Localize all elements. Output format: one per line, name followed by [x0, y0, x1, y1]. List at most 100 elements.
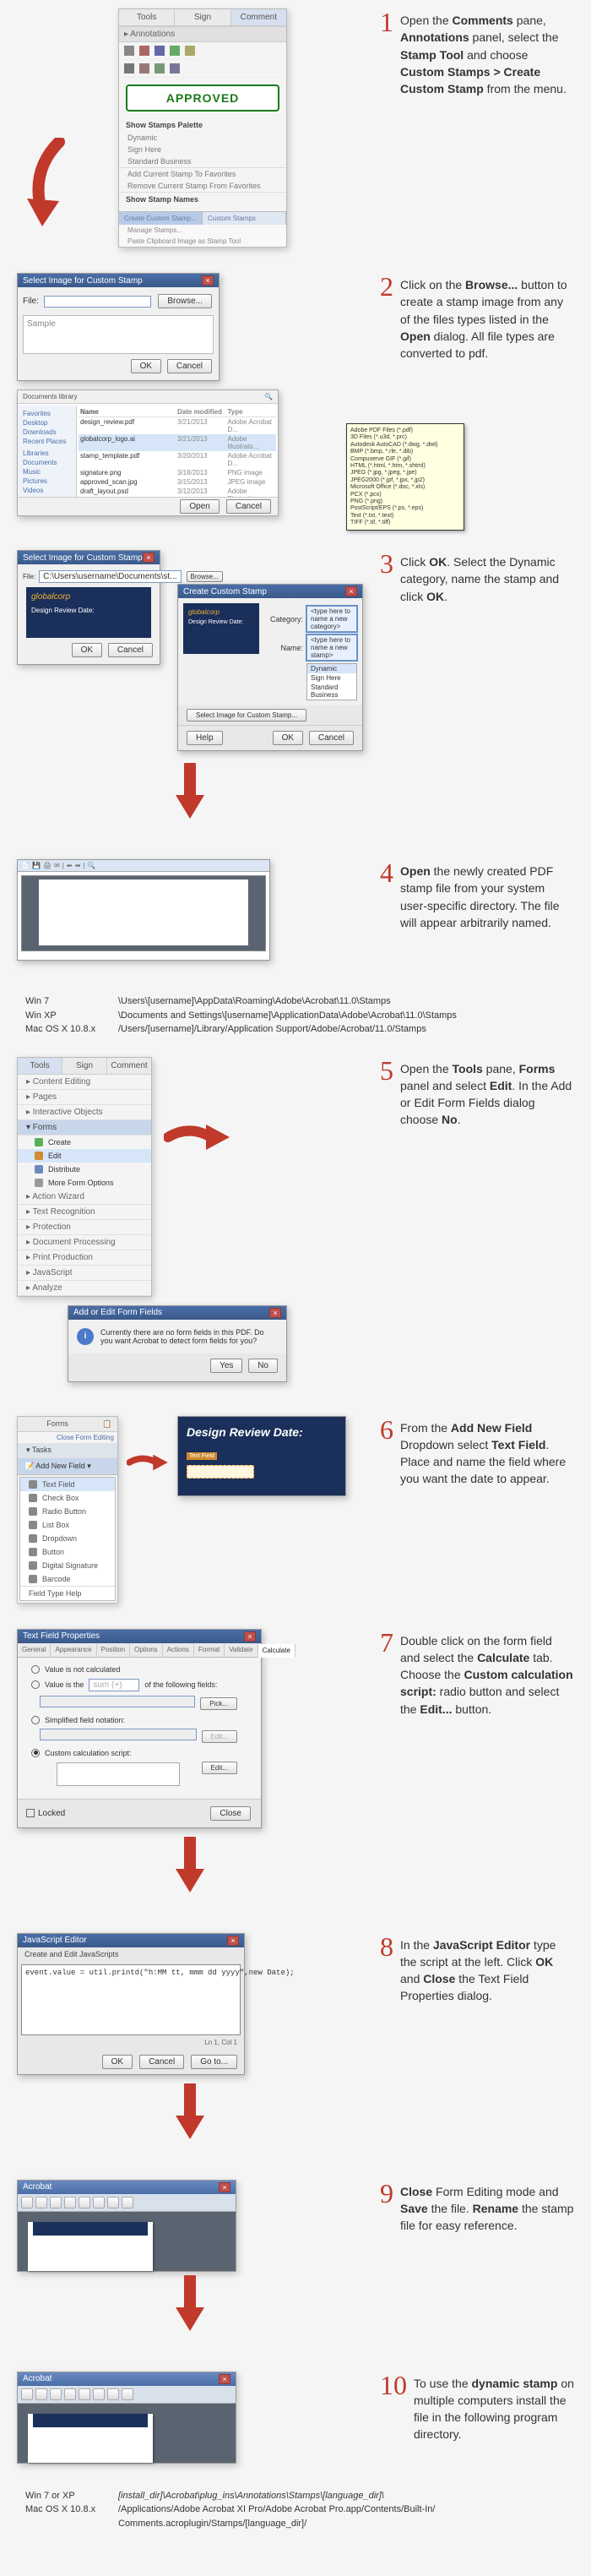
close-icon[interactable]: ×	[202, 275, 214, 286]
date-text-field[interactable]	[187, 1465, 254, 1479]
tasks-header[interactable]: ▾ Tasks	[18, 1443, 117, 1458]
open-icon[interactable]	[21, 2388, 33, 2400]
code-textarea[interactable]: event.value = util.printd("h:MM tt, mmm …	[21, 1964, 241, 2035]
paste-clipboard-item[interactable]: Paste Clipboard Image as Stamp Tool	[119, 236, 286, 247]
forms-create[interactable]: Create	[18, 1136, 151, 1149]
open-icon[interactable]	[21, 2197, 33, 2208]
save-icon[interactable]	[35, 2388, 47, 2400]
yes-button[interactable]: Yes	[210, 1359, 242, 1373]
hand-icon[interactable]	[122, 2388, 133, 2400]
side-item[interactable]: Recent Places	[21, 437, 73, 446]
cancel-button[interactable]: Cancel	[167, 359, 212, 373]
tab-validate[interactable]: Validate	[225, 1643, 258, 1657]
properties-tab-row[interactable]: General Appearance Position Options Acti…	[18, 1643, 261, 1658]
forms-header[interactable]: ▾ Forms	[18, 1120, 151, 1136]
tools-item[interactable]: ▸ Content Editing	[18, 1075, 151, 1090]
pick-button[interactable]: Pick...	[200, 1697, 237, 1710]
cancel-button[interactable]: Cancel	[226, 499, 271, 514]
radio-not-calculated[interactable]: Value is not calculated	[23, 1663, 256, 1676]
tab-sign[interactable]: Sign	[62, 1058, 107, 1074]
browse-button[interactable]: Browse...	[158, 294, 212, 308]
file-list[interactable]: NameDate modifiedType design_review.pdf3…	[77, 406, 278, 497]
zoom-icon[interactable]	[107, 2197, 119, 2208]
forms-more[interactable]: More Form Options	[18, 1176, 151, 1190]
undo-icon[interactable]	[79, 2388, 90, 2400]
tab-sign[interactable]: Sign	[175, 9, 230, 25]
tab-actions[interactable]: Actions	[163, 1643, 194, 1657]
tools-item[interactable]: ▸ Pages	[18, 1090, 151, 1105]
close-form-editing-link[interactable]: Close Form Editing	[18, 1432, 117, 1443]
tab-general[interactable]: General	[18, 1643, 51, 1657]
tab-position[interactable]: Position	[97, 1643, 130, 1657]
tools-item[interactable]: ▸ Analyze	[18, 1281, 151, 1296]
file-row[interactable]: stamp_template.pdf3/20/2013Adobe Acrobat…	[79, 451, 276, 468]
close-icon[interactable]: ×	[269, 1308, 281, 1318]
file-row[interactable]: design_review.pdf3/21/2013Adobe Acrobat …	[79, 417, 276, 434]
mail-icon[interactable]	[64, 2388, 76, 2400]
tab-tools[interactable]: Tools	[18, 1058, 62, 1074]
tab-forms[interactable]: Forms	[18, 1417, 97, 1431]
app-toolbar[interactable]: 📄💾🖨✉|⬅➡|🔍	[18, 860, 269, 872]
category-dropdown-list[interactable]: Dynamic Sign Here Standard Business	[306, 663, 357, 700]
custom-stamps-item[interactable]: Custom Stamps	[203, 212, 286, 225]
side-item[interactable]: Documents	[21, 458, 73, 467]
category-combo[interactable]: <type here to name a new category>	[306, 606, 357, 632]
select-image-button[interactable]: Select Image for Custom Stamp...	[187, 709, 306, 722]
goto-button[interactable]: Go to...	[191, 2055, 237, 2069]
menu-remove-fav[interactable]: Remove Current Stamp From Favorites	[119, 180, 286, 192]
show-stamp-names[interactable]: Show Stamp Names	[119, 193, 286, 206]
tab-comment[interactable]: Comment	[231, 9, 286, 25]
side-item[interactable]: Pictures	[21, 477, 73, 486]
no-button[interactable]: No	[248, 1359, 278, 1373]
menu-standard-business[interactable]: Standard Business	[119, 155, 286, 167]
menu-sign-here[interactable]: Sign Here	[119, 144, 286, 155]
close-icon[interactable]: ×	[219, 2374, 230, 2384]
close-icon[interactable]: ×	[143, 553, 155, 563]
tools-item[interactable]: ▸ Interactive Objects	[18, 1105, 151, 1120]
field-type-text[interactable]: Text Field	[20, 1478, 115, 1491]
app-toolbar[interactable]	[18, 2386, 236, 2404]
redo-icon[interactable]	[93, 2388, 105, 2400]
annotation-tool-row-2[interactable]	[119, 60, 286, 78]
field-type-barcode[interactable]: Barcode	[20, 1572, 115, 1586]
open-button[interactable]: Open	[180, 499, 219, 514]
field-type-listbox[interactable]: List Box	[20, 1518, 115, 1532]
print-icon[interactable]	[50, 2388, 62, 2400]
close-form-editing[interactable]: 📋	[97, 1417, 117, 1431]
tools-item[interactable]: ▸ Action Wizard	[18, 1190, 151, 1205]
close-button[interactable]: Close	[210, 1806, 251, 1821]
tab-appearance[interactable]: Appearance	[51, 1643, 96, 1657]
side-item[interactable]: Downloads	[21, 428, 73, 437]
tools-item[interactable]: ▸ Print Production	[18, 1250, 151, 1266]
tools-item[interactable]: ▸ Text Recognition	[18, 1205, 151, 1220]
hand-icon[interactable]	[122, 2197, 133, 2208]
tools-item[interactable]: ▸ Protection	[18, 1220, 151, 1235]
radio-custom-script[interactable]: Custom calculation script:	[23, 1746, 256, 1760]
radio-value-is-the[interactable]: Value is the sum (+) of the following fi…	[23, 1676, 256, 1694]
manage-stamps-item[interactable]: Manage Stamps...	[119, 225, 286, 236]
edit-button[interactable]: Edit...	[202, 1762, 237, 1774]
tab-tools[interactable]: Tools	[119, 9, 175, 25]
file-path-input[interactable]	[44, 296, 151, 308]
tools-item[interactable]: ▸ Document Processing	[18, 1235, 151, 1250]
side-item[interactable]: Favorites	[21, 409, 73, 418]
file-row[interactable]: draft_layout.psd3/12/2013Adobe Photosho.…	[79, 487, 276, 497]
side-item[interactable]: Videos	[21, 486, 73, 495]
tab-format[interactable]: Format	[194, 1643, 225, 1657]
close-icon[interactable]: ×	[227, 1936, 239, 1946]
app-toolbar[interactable]	[18, 2194, 236, 2212]
add-new-field-dropdown[interactable]: 📝 Add New Field ▾	[18, 1458, 117, 1475]
cancel-button[interactable]: Cancel	[108, 643, 153, 657]
file-row[interactable]: globalcorp_logo.ai3/21/2013Adobe Illustr…	[79, 434, 276, 451]
help-button[interactable]: Help	[187, 731, 223, 745]
field-type-checkbox[interactable]: Check Box	[20, 1491, 115, 1505]
cancel-button[interactable]: Cancel	[139, 2055, 184, 2069]
file-row[interactable]: signature.png3/18/2013PNG image	[79, 468, 276, 477]
zoom-icon[interactable]	[107, 2388, 119, 2400]
side-item[interactable]: Desktop	[21, 418, 73, 428]
ok-button[interactable]: OK	[72, 643, 102, 657]
undo-icon[interactable]	[79, 2197, 90, 2208]
field-type-signature[interactable]: Digital Signature	[20, 1559, 115, 1572]
search-icon[interactable]: 🔍	[264, 393, 273, 400]
field-type-button[interactable]: Button	[20, 1545, 115, 1559]
